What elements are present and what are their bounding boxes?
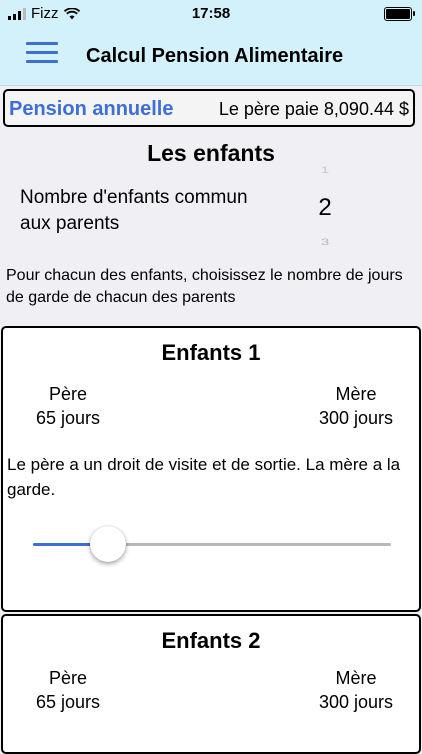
picker-option-selected[interactable]: 2 <box>300 194 350 222</box>
mother-days: 300 jours <box>318 692 394 712</box>
children-count-label: Nombre d'enfants commun aux parents <box>20 187 248 234</box>
father-label: Père <box>48 668 88 688</box>
mother-days: 300 jours <box>318 408 394 428</box>
hamburger-icon[interactable] <box>26 40 58 66</box>
mother-custody: Mère 300 jours <box>301 382 411 430</box>
top-bar: Fizz 17:58 Calcul Pension Alimentaire <box>0 0 422 86</box>
custody-slider[interactable] <box>33 524 391 564</box>
custody-description: Le père a un droit de visite et de sorti… <box>7 455 401 499</box>
father-days: 65 jours <box>35 408 101 428</box>
annual-pension-value: Le père paie 8,090.44 $ <box>218 99 409 119</box>
status-bar: Fizz 17:58 <box>0 0 422 28</box>
father-custody: Père 65 jours <box>13 666 123 714</box>
slider-thumb[interactable] <box>90 526 126 562</box>
father-label: Père <box>48 384 88 404</box>
father-custody: Père 65 jours <box>13 382 123 430</box>
mother-custody: Mère 300 jours <box>301 666 411 714</box>
child-card-1: Enfants 1 Père 65 jours Mère 300 jours L… <box>1 326 421 612</box>
child-card-title: Enfants 2 <box>161 628 261 653</box>
father-days: 65 jours <box>35 692 101 712</box>
custody-instructions: Pour chacun des enfants, choisissez le n… <box>6 267 403 306</box>
child-card-title: Enfants 1 <box>161 340 261 365</box>
picker-option-next[interactable]: 3 <box>300 237 350 247</box>
children-count-picker[interactable]: 1 2 3 <box>300 160 350 250</box>
status-time: 17:58 <box>191 5 231 22</box>
picker-option-prev[interactable]: 1 <box>300 165 350 175</box>
mother-label: Mère <box>335 668 377 688</box>
battery-icon <box>384 7 415 21</box>
annual-pension-summary: Pension annuelle Le père paie 8,090.44 $ <box>3 89 415 127</box>
mother-label: Mère <box>335 384 377 404</box>
page-title: Calcul Pension Alimentaire <box>86 45 344 67</box>
children-section-title: Les enfants <box>147 140 275 166</box>
annual-pension-label: Pension annuelle <box>9 98 174 120</box>
child-card-2: Enfants 2 Père 65 jours Mère 300 jours <box>1 614 421 754</box>
